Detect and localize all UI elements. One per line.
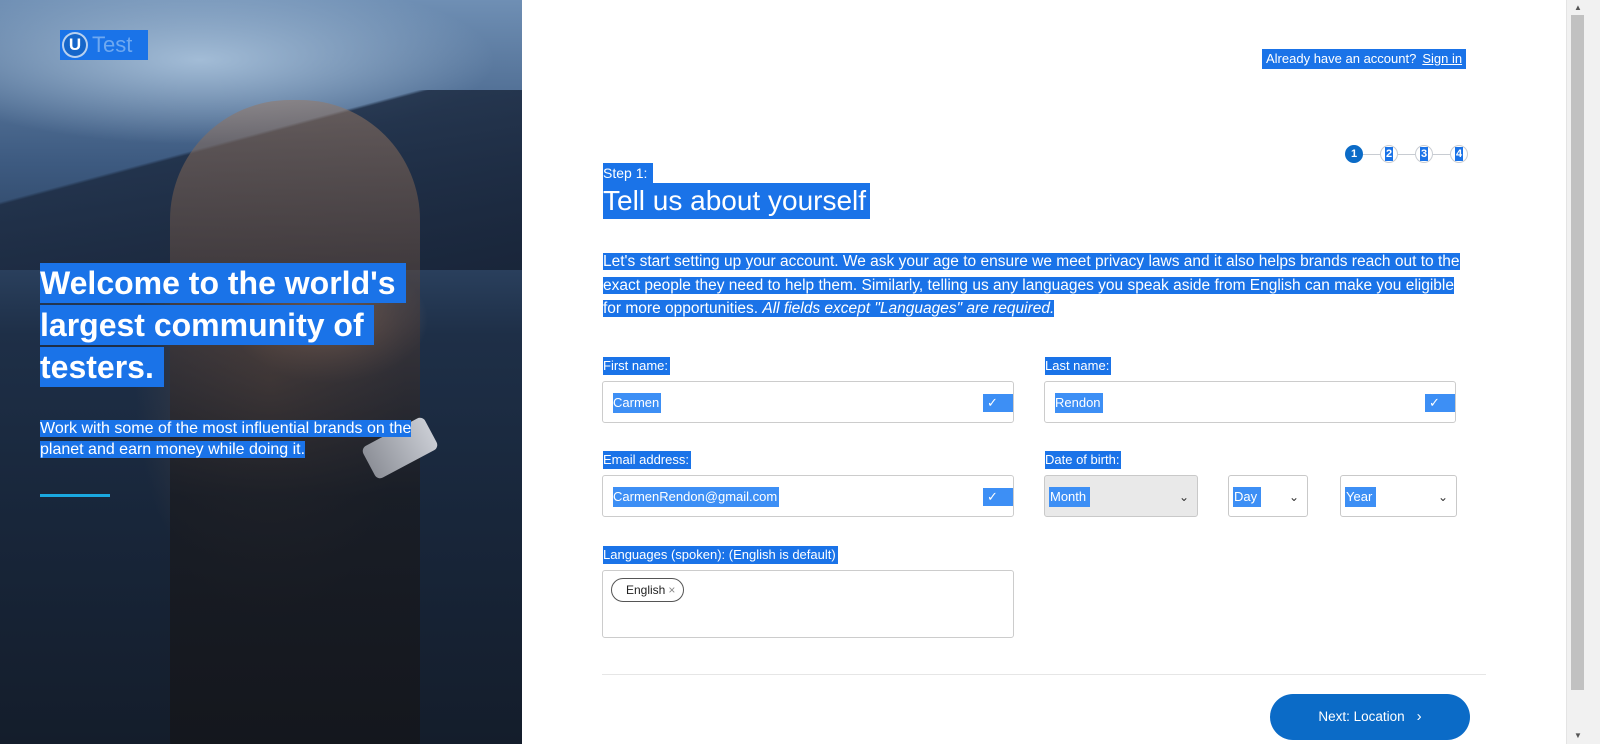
last-name-field[interactable]: Rendon ✓: [1044, 381, 1456, 423]
first-name-field[interactable]: Carmen ✓: [602, 381, 1014, 423]
scroll-down-arrow-icon[interactable]: ▼: [1570, 729, 1586, 743]
email-value: CarmenRendon@gmail.com: [613, 487, 780, 507]
next-location-button[interactable]: Next: Location ›: [1270, 694, 1470, 740]
form-divider: [602, 674, 1486, 675]
hero-panel: U Test Welcome to the world's largest co…: [0, 0, 522, 744]
hero-heading: Welcome to the world's largest community…: [40, 262, 480, 388]
check-icon: ✓: [983, 394, 1013, 412]
step-4: 4: [1450, 145, 1468, 163]
intro-line: Let's start setting up your account. We …: [603, 253, 1460, 270]
already-account-text: Already have an account?: [1266, 51, 1417, 66]
hero-subtitle-line: planet and earn money while doing it.: [40, 441, 306, 458]
dob-day-select[interactable]: Day ⌄: [1228, 475, 1308, 517]
hero-heading-line: largest community of: [40, 305, 374, 345]
step-connector: [1433, 153, 1450, 155]
email-label: Email address:: [603, 451, 691, 469]
check-icon: ✓: [983, 488, 1013, 506]
hero-heading-line: testers.: [40, 347, 164, 387]
dob-year-value: Year: [1345, 487, 1377, 507]
logo-mark: U: [62, 32, 88, 58]
check-icon: ✓: [1425, 394, 1455, 412]
intro-line: exact people they need to help them. Sim…: [603, 276, 1454, 294]
chevron-down-icon: ⌄: [1178, 490, 1189, 504]
chevron-right-icon: ›: [1416, 708, 1422, 725]
first-name-label: First name:: [603, 357, 671, 375]
step-2: 2: [1380, 145, 1398, 163]
step-label: Step 1:: [603, 163, 654, 183]
intro-line: for more opportunities.: [603, 300, 763, 317]
next-button-label: Next: Location: [1318, 709, 1405, 724]
step-indicator: 1 2 3 4: [1345, 145, 1468, 163]
first-name-value: Carmen: [613, 393, 662, 413]
dob-label: Date of birth:: [1045, 451, 1122, 469]
scroll-up-arrow-icon[interactable]: ▲: [1570, 1, 1586, 15]
language-tag-label: English: [626, 583, 666, 597]
hero-heading-line: Welcome to the world's: [40, 263, 406, 303]
chevron-down-icon: ⌄: [1288, 490, 1299, 504]
close-icon[interactable]: ×: [668, 583, 675, 597]
intro-paragraph: Let's start setting up your account. We …: [603, 250, 1473, 321]
step-number: 3: [1419, 147, 1429, 161]
last-name-label: Last name:: [1045, 357, 1112, 375]
required-note: All fields except "Languages" are requir…: [762, 300, 1055, 317]
signin-link[interactable]: Sign in: [1422, 51, 1462, 66]
hero-subtitle-line: Work with some of the most influential b…: [40, 420, 412, 437]
hero-subtitle: Work with some of the most influential b…: [40, 418, 480, 460]
chevron-down-icon: ⌄: [1437, 490, 1448, 504]
step-1: 1: [1345, 145, 1363, 163]
dob-year-select[interactable]: Year ⌄: [1340, 475, 1457, 517]
logo-text: Test: [92, 32, 133, 57]
languages-input[interactable]: English ×: [602, 570, 1014, 638]
last-name-value: Rendon: [1055, 393, 1103, 413]
step-number: 1: [1350, 148, 1358, 160]
step-connector: [1398, 153, 1415, 155]
languages-label: Languages (spoken): (English is default): [603, 546, 838, 564]
signin-prompt: Already have an account? Sign in: [1262, 49, 1467, 69]
step-number: 2: [1384, 147, 1394, 161]
email-field[interactable]: CarmenRendon@gmail.com ✓: [602, 475, 1014, 517]
utest-logo[interactable]: U Test: [60, 30, 148, 60]
scrollbar-thumb[interactable]: [1571, 15, 1584, 690]
language-tag[interactable]: English ×: [611, 578, 685, 602]
accent-line: [40, 494, 110, 497]
dob-month-value: Month: [1049, 487, 1091, 507]
step-3: 3: [1415, 145, 1433, 163]
dob-day-value: Day: [1233, 487, 1262, 507]
dob-month-select[interactable]: Month ⌄: [1044, 475, 1198, 517]
step-connector: [1363, 153, 1380, 155]
page-title: Tell us about yourself: [603, 183, 871, 219]
step-number: 4: [1454, 147, 1464, 161]
